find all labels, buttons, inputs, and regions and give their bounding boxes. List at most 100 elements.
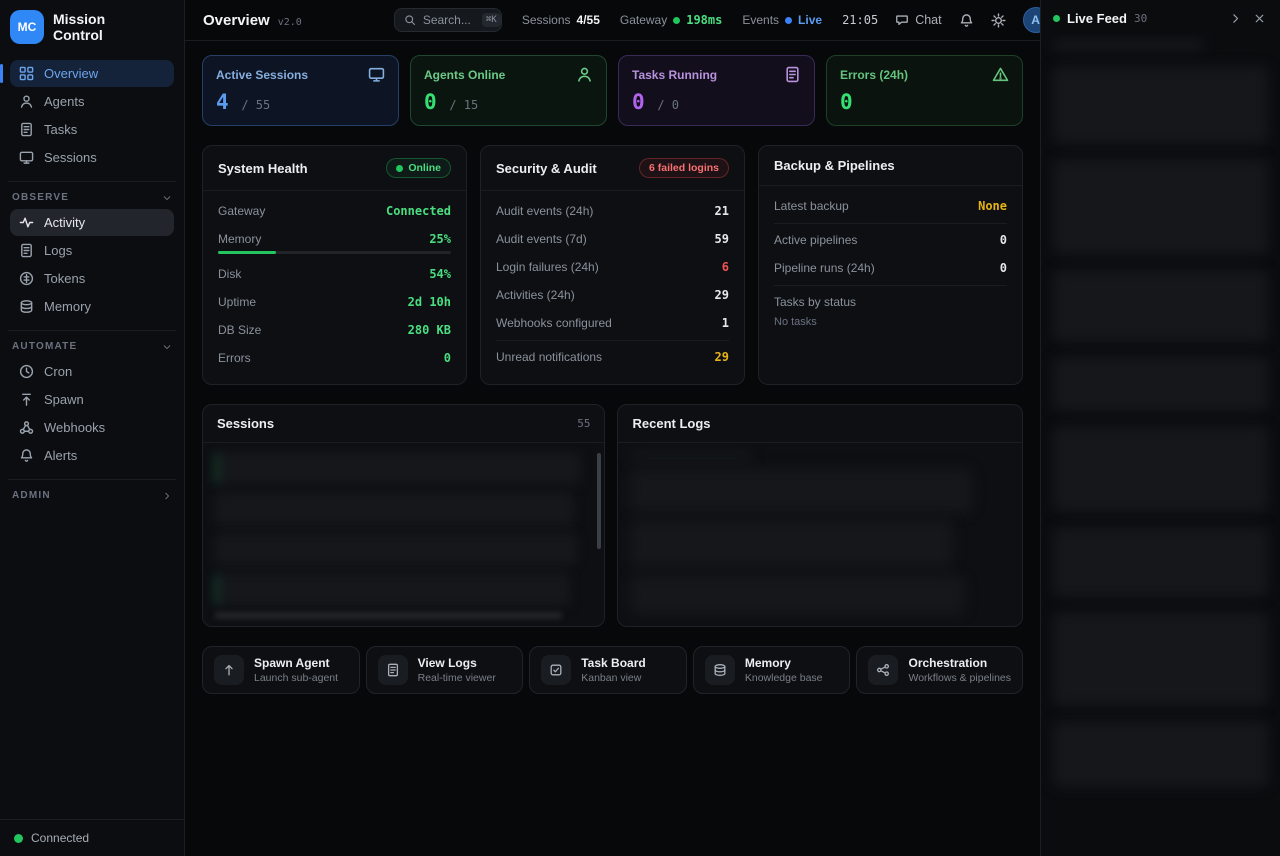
live-feed-count: 30	[1134, 12, 1220, 25]
sidebar-section-observe[interactable]: OBSERVE	[8, 181, 176, 203]
redacted-feed-item	[1053, 721, 1268, 787]
sessions-kpi-label: Sessions	[522, 13, 571, 27]
sessions-kpi: Sessions 4/55	[522, 13, 600, 27]
close-icon	[1253, 12, 1266, 25]
sessions-list[interactable]	[203, 443, 604, 626]
redacted-session-row[interactable]	[215, 492, 574, 525]
memory-progress-bar	[218, 251, 451, 254]
metric-row: Latest backupNone	[774, 192, 1007, 220]
sidebar-item-tokens[interactable]: Tokens	[10, 265, 174, 292]
search-input[interactable]	[423, 13, 475, 27]
sidebar-item-alerts[interactable]: Alerts	[10, 442, 174, 469]
events-status-dot-icon	[785, 17, 792, 24]
card-title: Backup & Pipelines	[774, 158, 895, 173]
theme-toggle-button[interactable]	[991, 13, 1006, 28]
card-title: System Health	[218, 161, 308, 176]
scrollbar[interactable]	[597, 453, 601, 549]
dashboard-content: Active Sessions 4 55 Agents Online 0 15 …	[185, 41, 1040, 694]
metric-row: Disk54%	[218, 260, 451, 288]
recent-logs-panel: Recent Logs	[617, 404, 1023, 627]
stat-label: Agents Online	[424, 68, 505, 82]
sidebar-collapse-button[interactable]	[154, 18, 172, 36]
clock-icon	[19, 364, 34, 379]
sidebar-nav: Overview Agents Tasks Sessions OBSERVE A…	[0, 56, 184, 819]
stat-value: 0	[840, 90, 853, 114]
metric-row: Unread notifications29	[496, 340, 729, 371]
sidebar-item-sessions[interactable]: Sessions	[10, 144, 174, 171]
redacted-feed-item	[1053, 612, 1268, 706]
stat-card-agents-online[interactable]: Agents Online 0 15	[410, 55, 607, 126]
redacted-text	[215, 613, 562, 618]
metric-row: Errors0	[218, 344, 451, 372]
stat-card-errors[interactable]: Errors (24h) 0	[826, 55, 1023, 126]
live-feed-list[interactable]	[1041, 35, 1280, 856]
view-logs-button[interactable]: View LogsReal-time viewer	[366, 646, 524, 694]
action-subtitle: Workflows & pipelines	[908, 672, 1011, 684]
chat-button[interactable]: Chat	[895, 13, 941, 27]
file-text-icon	[19, 122, 34, 137]
redacted-session-row[interactable]	[215, 452, 581, 485]
stat-card-tasks-running[interactable]: Tasks Running 0 0	[618, 55, 815, 126]
live-feed-close-button[interactable]	[1251, 10, 1268, 27]
redacted-feed-item	[1053, 426, 1268, 512]
sidebar-item-label: Webhooks	[44, 420, 105, 435]
sidebar-section-automate[interactable]: AUTOMATE	[8, 330, 176, 352]
live-feed-collapse-button[interactable]	[1227, 10, 1244, 27]
main-area: Overview v2.0 ⌘K Sessions 4/55 Gateway 1…	[185, 0, 1040, 856]
section-label: ADMIN	[12, 490, 51, 501]
memory-button[interactable]: MemoryKnowledge base	[693, 646, 851, 694]
task-board-button[interactable]: Task BoardKanban view	[529, 646, 687, 694]
recent-logs-list[interactable]	[618, 443, 1022, 626]
chevron-down-icon	[162, 342, 172, 352]
redacted-session-row[interactable]	[215, 533, 577, 566]
orchestration-button[interactable]: OrchestrationWorkflows & pipelines	[856, 646, 1023, 694]
sidebar-item-label: Spawn	[44, 392, 84, 407]
sidebar-item-label: Cron	[44, 364, 72, 379]
sidebar-item-overview[interactable]: Overview	[10, 60, 174, 87]
action-title: Memory	[745, 656, 823, 670]
search-box[interactable]: ⌘K	[394, 8, 502, 32]
metric-row: Active pipelines0	[774, 223, 1007, 254]
sidebar-item-agents[interactable]: Agents	[10, 88, 174, 115]
chevron-right-icon	[162, 491, 172, 501]
sidebar-item-activity[interactable]: Activity	[10, 209, 174, 236]
redacted-text	[1053, 39, 1204, 51]
stat-total: 55	[241, 98, 270, 112]
redacted-session-row[interactable]	[215, 573, 570, 606]
live-dot-icon	[1053, 15, 1060, 22]
metric-row: Activities (24h)29	[496, 281, 729, 309]
gateway-kpi-label: Gateway	[620, 13, 667, 27]
online-badge: Online	[386, 158, 451, 178]
activity-icon	[19, 215, 34, 230]
sidebar-section-admin[interactable]: ADMIN	[8, 479, 176, 501]
sidebar-item-webhooks[interactable]: Webhooks	[10, 414, 174, 441]
stat-value: 0	[632, 90, 645, 114]
sidebar-item-logs[interactable]: Logs	[10, 237, 174, 264]
sidebar-item-memory[interactable]: Memory	[10, 293, 174, 320]
stat-total: 0	[657, 98, 679, 112]
panel-title: Recent Logs	[632, 416, 710, 431]
sidebar-item-label: Sessions	[44, 150, 97, 165]
user-icon	[19, 94, 34, 109]
stat-cards-row: Active Sessions 4 55 Agents Online 0 15 …	[202, 55, 1023, 126]
live-feed-header: Live Feed 30	[1041, 0, 1280, 35]
panels-row: Sessions 55 Recent Logs	[202, 404, 1023, 627]
notifications-button[interactable]	[959, 13, 974, 28]
search-shortcut-badge: ⌘K	[482, 13, 501, 27]
monitor-icon	[368, 66, 385, 83]
metric-row: DB Size280 KB	[218, 316, 451, 344]
stat-card-active-sessions[interactable]: Active Sessions 4 55	[202, 55, 399, 126]
status-dot-icon	[14, 834, 23, 843]
redacted-feed-item	[1053, 527, 1268, 597]
action-title: View Logs	[418, 656, 496, 670]
sidebar-item-label: Logs	[44, 243, 72, 258]
spawn-agent-button[interactable]: Spawn AgentLaunch sub-agent	[202, 646, 360, 694]
action-subtitle: Kanban view	[581, 672, 645, 684]
monitor-icon	[19, 150, 34, 165]
stat-label: Tasks Running	[632, 68, 717, 82]
app-title: Mission Control	[53, 11, 145, 43]
action-subtitle: Launch sub-agent	[254, 672, 338, 684]
sidebar-item-spawn[interactable]: Spawn	[10, 386, 174, 413]
sidebar-item-tasks[interactable]: Tasks	[10, 116, 174, 143]
sidebar-item-cron[interactable]: Cron	[10, 358, 174, 385]
